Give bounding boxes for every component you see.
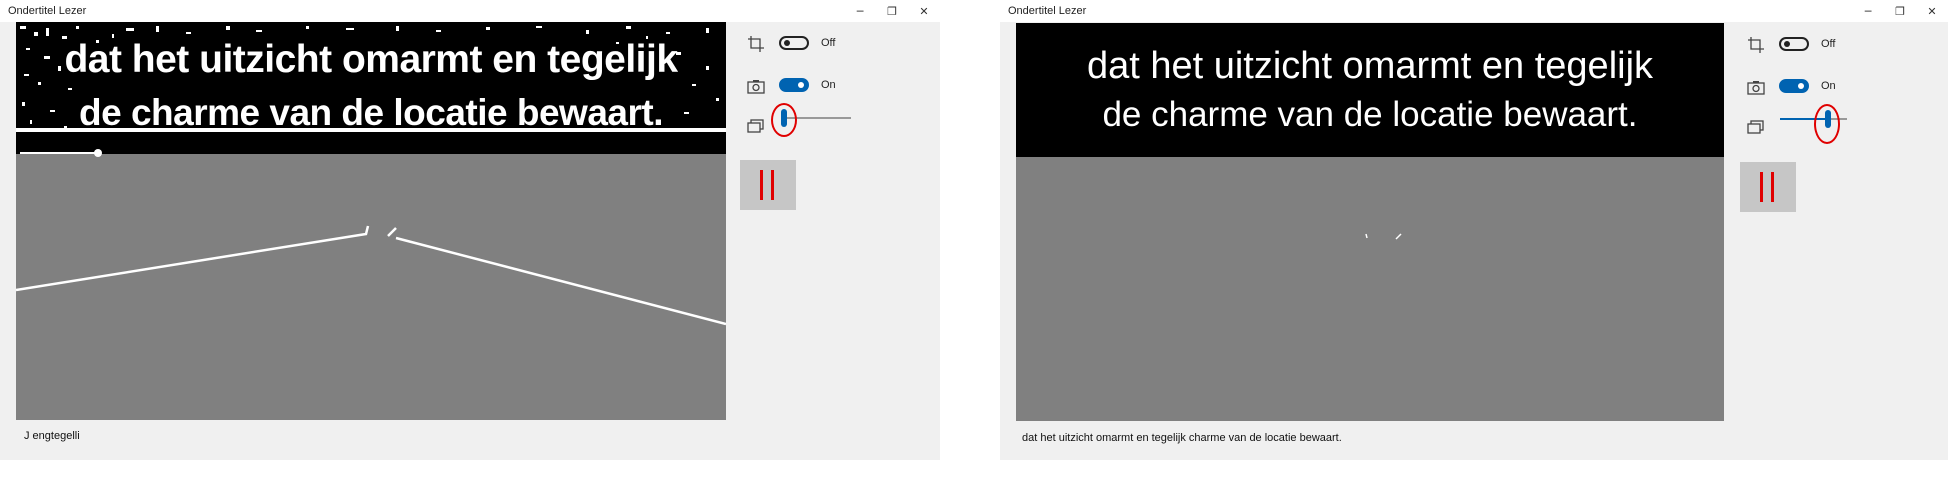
- layers-icon: [747, 119, 764, 133]
- minimize-button[interactable]: ─: [844, 0, 876, 22]
- capture-toggle-label: On: [821, 79, 836, 91]
- pause-icon: [760, 170, 763, 200]
- maximize-button[interactable]: ❐: [1884, 0, 1916, 22]
- annotation-circle: [771, 103, 797, 137]
- window-title: Ondertitel Lezer: [8, 5, 87, 17]
- road-lines: [16, 225, 726, 326]
- capture-toggle-label: On: [1821, 80, 1836, 92]
- ocr-result-text: J engtegelli: [24, 430, 80, 442]
- crop-icon: [1748, 37, 1764, 53]
- close-button[interactable]: ✕: [1916, 0, 1948, 22]
- crop-toggle-label: Off: [1821, 38, 1836, 50]
- app-window-left: Ondertitel Lezer ─ ❐ ✕ dat het uitzicht …: [0, 0, 940, 460]
- layers-icon: [1747, 120, 1764, 134]
- crop-icon: [748, 36, 764, 52]
- camera-icon: [1747, 81, 1765, 95]
- title-bar[interactable]: Ondertitel Lezer ─ ❐ ✕: [1000, 0, 1948, 22]
- window-title: Ondertitel Lezer: [1008, 5, 1087, 17]
- crop-toggle[interactable]: [1779, 37, 1809, 51]
- pause-button[interactable]: [740, 160, 796, 210]
- minimize-button[interactable]: ─: [1852, 0, 1884, 22]
- capture-toggle[interactable]: [1779, 79, 1809, 93]
- window-controls: ─ ❐ ✕: [1852, 0, 1948, 22]
- pause-button[interactable]: [1740, 162, 1796, 212]
- maximize-button[interactable]: ❐: [876, 0, 908, 22]
- ocr-result-text: dat het uitzicht omarmt en tegelijk char…: [1022, 432, 1342, 444]
- road-marks: [1365, 233, 1402, 240]
- video-preview: dat het uitzicht omarmt en tegelijk de c…: [16, 22, 726, 420]
- capture-toggle[interactable]: [779, 78, 809, 92]
- pause-icon-bar: [1771, 172, 1774, 202]
- pause-icon: [1760, 172, 1763, 202]
- pause-icon-bar: [771, 170, 774, 200]
- title-bar[interactable]: Ondertitel Lezer ─ ❐ ✕: [0, 0, 940, 22]
- window-controls: ─ ❐ ✕: [844, 0, 940, 22]
- video-preview: dat het uitzicht omarmt en tegelijk de c…: [1016, 23, 1724, 421]
- crop-toggle-label: Off: [821, 37, 836, 49]
- annotation-circle: [1814, 104, 1840, 144]
- crop-toggle[interactable]: [779, 36, 809, 50]
- app-window-right: Ondertitel Lezer ─ ❐ ✕ dat het uitzicht …: [1000, 0, 1948, 460]
- camera-icon: [747, 80, 765, 94]
- close-button[interactable]: ✕: [908, 0, 940, 22]
